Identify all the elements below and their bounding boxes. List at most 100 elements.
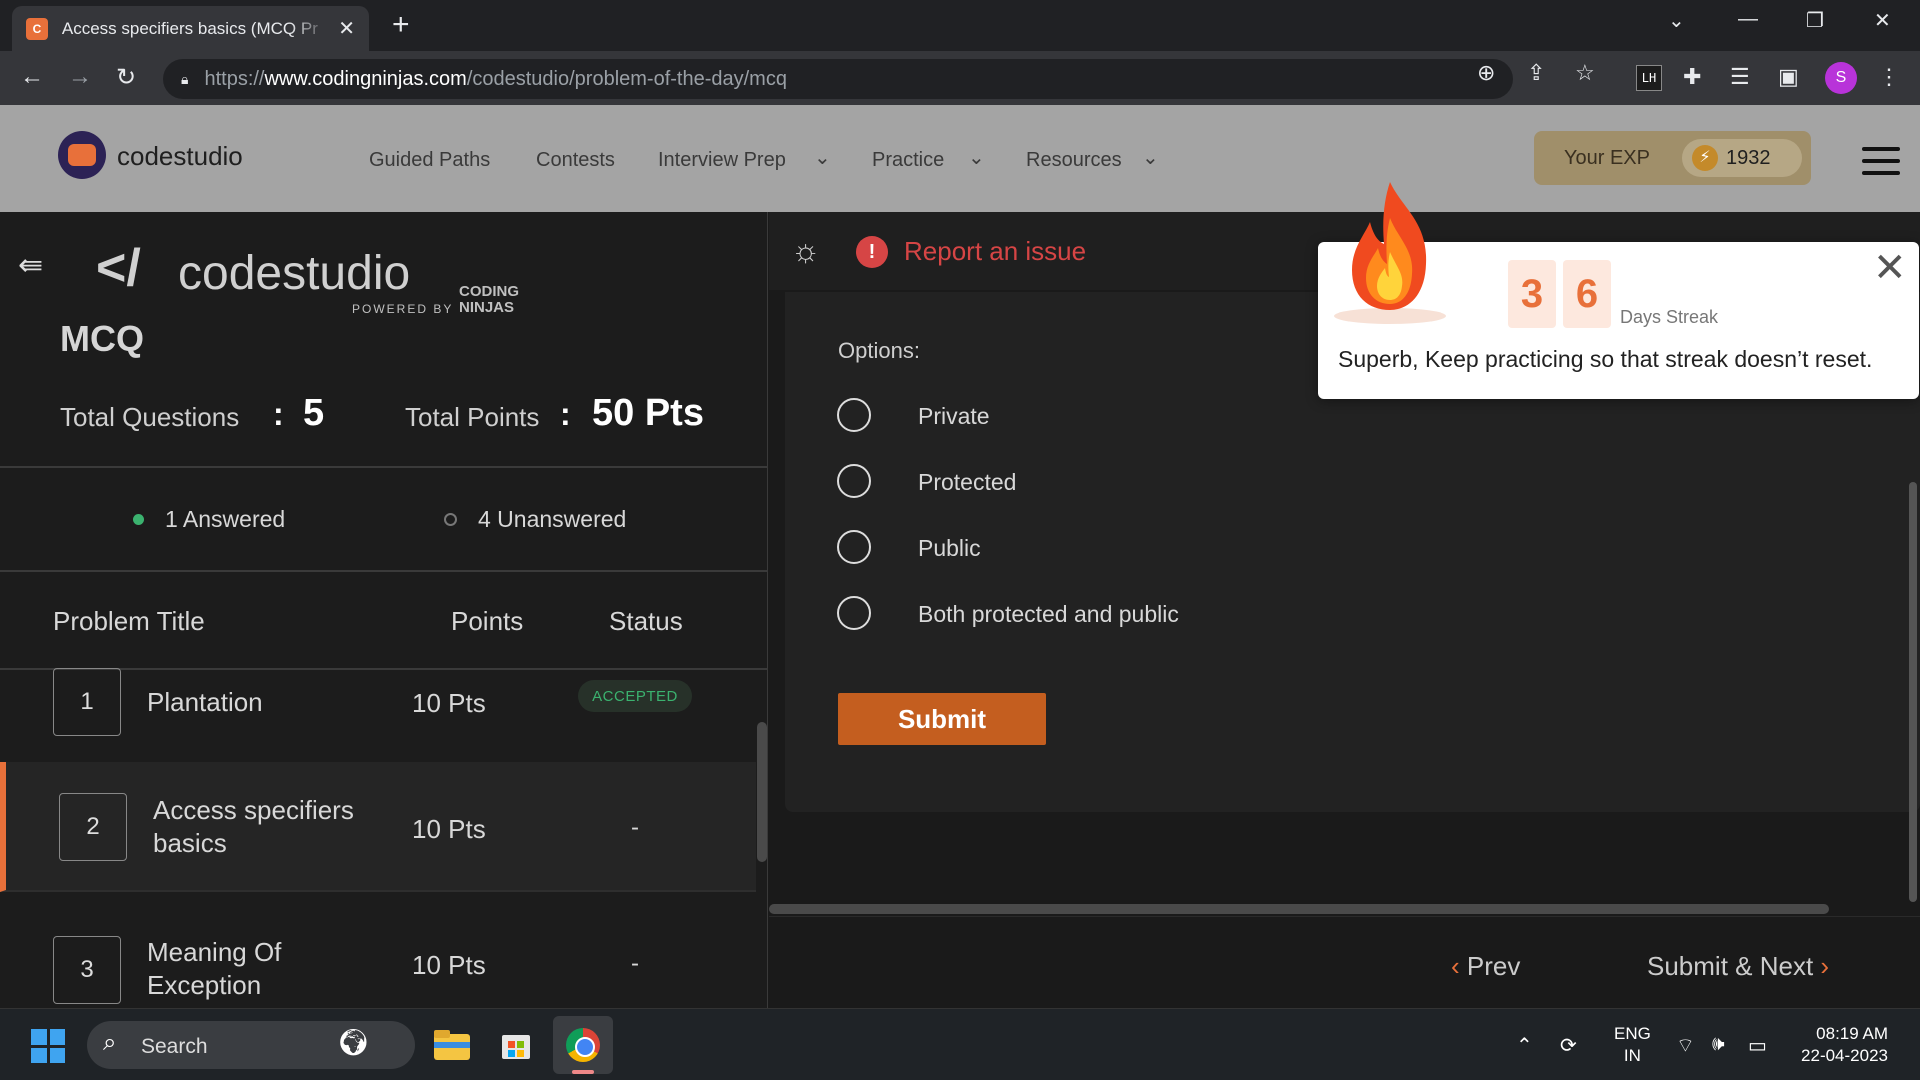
nav-resources[interactable]: Resources xyxy=(1026,149,1122,172)
problem-number: 2 xyxy=(59,793,127,861)
status-badge: ACCEPTED xyxy=(578,680,692,712)
submit-next-button[interactable]: Submit & Next › xyxy=(1647,951,1829,982)
tab-title: Access specifiers basics (MCQ Pr xyxy=(61,18,318,38)
theme-toggle-sun-icon[interactable]: ☼ xyxy=(791,232,820,269)
problem-row[interactable]: 3 Meaning Of Exception 10 Pts - xyxy=(0,894,756,1008)
chevron-down-icon[interactable]: ⌄ xyxy=(1142,145,1159,170)
fire-icon xyxy=(1334,182,1446,324)
media-control-icon[interactable]: ☰ xyxy=(1730,64,1750,90)
restore-icon[interactable]: ❐ xyxy=(1806,8,1824,33)
tab-close-icon[interactable]: ✕ xyxy=(338,16,355,41)
chevron-left-icon: ‹ xyxy=(1451,951,1467,981)
colon: : xyxy=(273,396,284,432)
prev-label: Prev xyxy=(1466,951,1521,981)
taskbar-clock[interactable]: 08:19 AM 22-04-2023 xyxy=(1796,1023,1888,1067)
browser-menu-icon[interactable]: ⋮ xyxy=(1878,64,1900,90)
radio-button[interactable] xyxy=(837,596,871,630)
zoom-icon[interactable]: ⊕ xyxy=(1477,60,1495,86)
nav-guided-paths[interactable]: Guided Paths xyxy=(369,149,490,172)
total-points-value: 50 Pts xyxy=(592,392,704,434)
chevron-down-icon[interactable]: ⌄ xyxy=(814,145,831,170)
browser-tab-bar: C Access specifiers basics (MCQ Pr ✕ + ⌄… xyxy=(0,0,1920,51)
windows-start-icon[interactable] xyxy=(31,1029,65,1063)
show-hidden-icons-chevron-icon[interactable]: ⌃ xyxy=(1516,1033,1533,1058)
column-header-points: Points xyxy=(451,606,524,636)
report-issue-link[interactable]: Report an issue xyxy=(904,236,1086,267)
nav-contests[interactable]: Contests xyxy=(536,149,615,172)
unanswered-count: 4 Unanswered xyxy=(478,506,627,532)
column-header-status: Status xyxy=(609,606,683,636)
powered-by: POWERED BY xyxy=(352,302,454,316)
new-tab-icon[interactable]: + xyxy=(392,8,410,42)
microsoft-store-icon[interactable] xyxy=(494,1023,538,1067)
page-title: MCQ xyxy=(60,318,144,359)
radio-button[interactable] xyxy=(837,464,871,498)
logo-text[interactable]: codestudio xyxy=(117,141,243,172)
option-text[interactable]: Both protected and public xyxy=(918,601,1179,628)
url-host: www.codingninjas.com xyxy=(264,67,467,90)
tab-search-chevron-icon[interactable]: ⌄ xyxy=(1668,8,1685,33)
bookmark-star-icon[interactable]: ☆ xyxy=(1575,60,1595,86)
prev-button[interactable]: ‹ Prev xyxy=(1451,951,1520,982)
option-public[interactable]: Public xyxy=(837,530,1337,566)
taskbar-search[interactable]: ⌕ Search 🌍︎ xyxy=(87,1021,415,1069)
earth-day-icon: 🌍︎ xyxy=(337,1027,371,1057)
back-icon[interactable]: ← xyxy=(20,63,44,91)
clock-time: 08:19 AM xyxy=(1816,1024,1888,1043)
problem-row[interactable]: 1 Plantation 10 Pts ACCEPTED xyxy=(0,668,756,774)
file-explorer-icon[interactable] xyxy=(430,1023,474,1067)
lock-icon[interactable]: 🔒︎ xyxy=(181,71,188,88)
divider xyxy=(0,466,767,468)
radio-button[interactable] xyxy=(837,398,871,432)
vertical-scrollbar[interactable] xyxy=(1909,482,1917,902)
sync-icon[interactable]: ⟳ xyxy=(1560,1033,1577,1058)
list-scrollbar[interactable] xyxy=(757,722,767,862)
total-points-label: Total Points xyxy=(405,402,540,432)
streak-digit: 6 xyxy=(1563,260,1611,328)
lighthouse-extension-icon[interactable]: LH xyxy=(1636,65,1662,91)
minimize-icon[interactable]: — xyxy=(1738,8,1758,31)
submit-button[interactable]: Submit xyxy=(838,693,1046,745)
codestudio-brand: </ codestudio POWERED BY CODING NINJAS xyxy=(96,228,566,318)
battery-icon[interactable]: ▭ xyxy=(1748,1033,1767,1058)
close-icon[interactable]: ✕ xyxy=(1873,248,1907,288)
window-close-icon[interactable]: ✕ xyxy=(1874,8,1891,33)
option-text[interactable]: Public xyxy=(918,535,981,562)
active-indicator xyxy=(572,1070,594,1074)
reload-icon[interactable]: ↻ xyxy=(116,63,136,92)
option-text[interactable]: Private xyxy=(918,403,990,430)
answered-count: 1 Answered xyxy=(165,506,286,532)
codestudio-logo-icon[interactable] xyxy=(58,131,106,179)
option-private[interactable]: Private xyxy=(837,398,1337,434)
option-both[interactable]: Both protected and public xyxy=(837,596,1337,632)
url-bar[interactable]: 🔒︎ https://www.codingninjas.com/codestud… xyxy=(163,59,1513,99)
horizontal-scrollbar[interactable] xyxy=(769,904,1829,914)
hamburger-menu-icon[interactable] xyxy=(1862,147,1900,183)
chevron-down-icon[interactable]: ⌄ xyxy=(968,145,985,170)
option-text[interactable]: Protected xyxy=(918,469,1016,496)
nav-interview-prep[interactable]: Interview Prep xyxy=(658,149,786,172)
alert-icon[interactable]: ! xyxy=(856,236,888,268)
windows-taskbar: ⌕ Search 🌍︎ ⌃ ⟳ ENG IN ⌔ 🕪︎ ▭ 08:19 AM 22-… xyxy=(0,1008,1920,1080)
chrome-icon[interactable] xyxy=(561,1023,605,1067)
option-protected[interactable]: Protected xyxy=(837,464,1337,500)
share-icon[interactable]: ⇪ xyxy=(1527,60,1545,86)
profile-avatar[interactable]: S xyxy=(1825,62,1857,94)
total-questions-label: Total Questions xyxy=(60,402,240,432)
side-panel-icon[interactable]: ▣ xyxy=(1778,64,1799,90)
radio-button[interactable] xyxy=(837,530,871,564)
lang-line1: ENG xyxy=(1614,1024,1651,1043)
extensions-icon[interactable]: ✚ xyxy=(1683,64,1701,90)
exp-box[interactable]: Your EXP ⚡︎ 1932 xyxy=(1534,131,1811,185)
browser-tab[interactable]: C Access specifiers basics (MCQ Pr ✕ xyxy=(12,6,369,51)
problem-title: Meaning Of Exception xyxy=(147,937,282,1000)
exp-label: Your EXP xyxy=(1564,147,1650,169)
collapse-menu-icon[interactable]: ⇚ xyxy=(18,248,43,283)
column-header-title: Problem Title xyxy=(53,606,205,636)
forward-icon[interactable]: → xyxy=(68,63,92,91)
wifi-icon[interactable]: ⌔ xyxy=(1676,1033,1695,1058)
problem-row[interactable]: 2 Access specifiers basics 10 Pts - xyxy=(0,762,756,892)
language-indicator[interactable]: ENG IN xyxy=(1614,1023,1651,1067)
volume-icon[interactable]: 🕪︎ xyxy=(1712,1033,1725,1056)
nav-practice[interactable]: Practice xyxy=(872,149,944,172)
